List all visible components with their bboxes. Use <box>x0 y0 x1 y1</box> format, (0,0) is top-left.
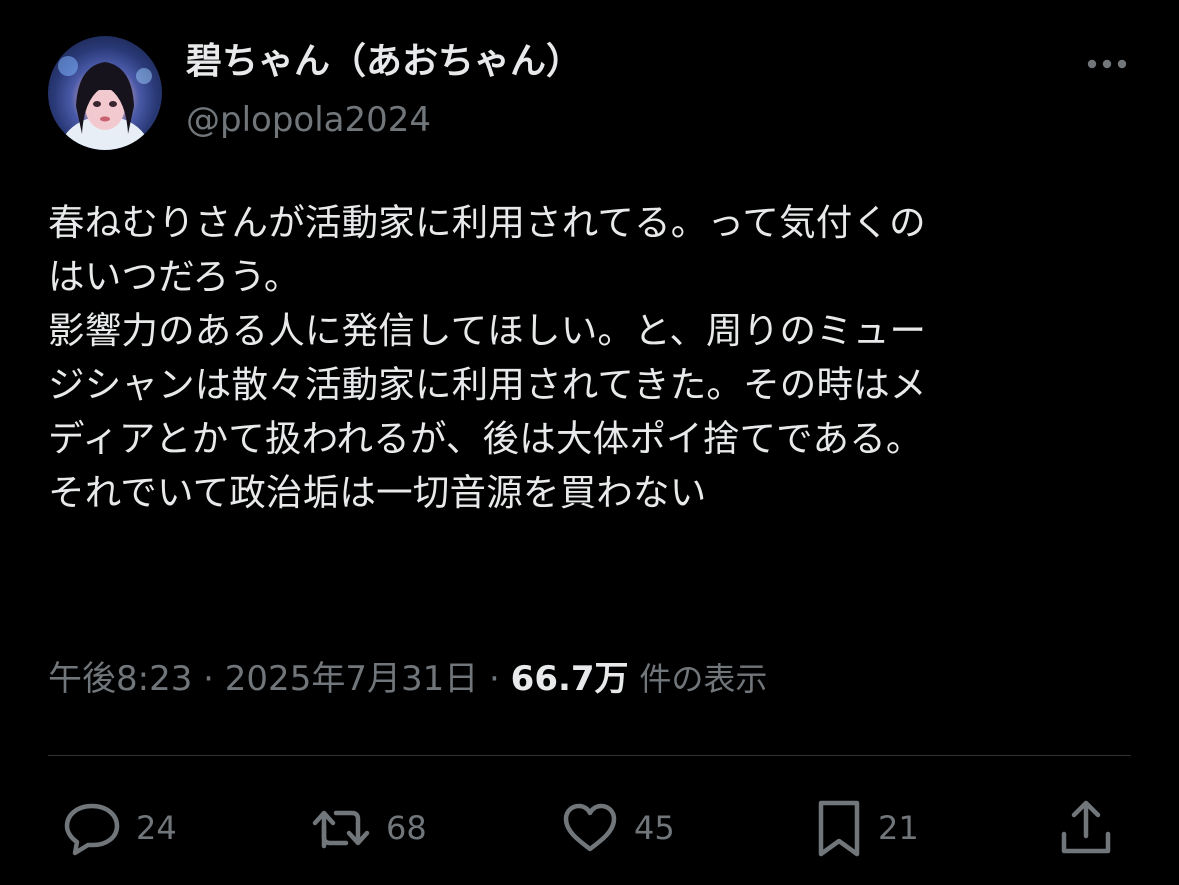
meta-separator: · <box>203 659 214 699</box>
tweet-date[interactable]: 2025年7月31日 <box>225 659 478 699</box>
share-upload-icon <box>1061 800 1111 854</box>
views-count[interactable]: 66.7万 <box>511 659 629 699</box>
bookmark-icon <box>818 800 860 857</box>
reply-button[interactable]: 24 <box>62 790 177 866</box>
tweet-detail: 碧ちゃん（あおちゃん） @plopola2024 春ねむりさんが活動家に利用され… <box>0 0 1179 885</box>
more-horizontal-icon <box>1087 59 1127 69</box>
retweet-button[interactable]: 68 <box>310 790 427 866</box>
reply-count: 24 <box>136 809 177 847</box>
tweet-meta: 午後8:23 · 2025年7月31日 · 66.7万 件の表示 <box>48 652 767 706</box>
like-count: 45 <box>634 809 675 847</box>
retweet-count: 68 <box>386 809 427 847</box>
retweet-arrows-icon <box>312 810 370 849</box>
heart-icon <box>563 803 617 852</box>
views-label: 件の表示 <box>639 660 768 698</box>
speech-bubble-icon <box>64 803 120 856</box>
divider <box>48 755 1131 756</box>
share-button[interactable] <box>1058 790 1114 866</box>
like-button[interactable]: 45 <box>560 790 675 866</box>
bookmark-button[interactable]: 21 <box>814 790 919 866</box>
author-handle[interactable]: @plopola2024 <box>186 96 431 144</box>
action-bar: 24 68 45 21 <box>0 790 1179 866</box>
meta-separator: · <box>489 659 500 699</box>
author-display-name[interactable]: 碧ちゃん（あおちゃん） <box>186 38 582 86</box>
bookmark-count: 21 <box>878 809 919 847</box>
tweet-text: 春ねむりさんが活動家に利用されてる。って気付くの はいつだろう。 影響力のある人… <box>48 201 927 514</box>
tweet-time[interactable]: 午後8:23 <box>48 659 192 699</box>
more-options-button[interactable] <box>1082 48 1132 80</box>
avatar[interactable] <box>48 36 162 150</box>
